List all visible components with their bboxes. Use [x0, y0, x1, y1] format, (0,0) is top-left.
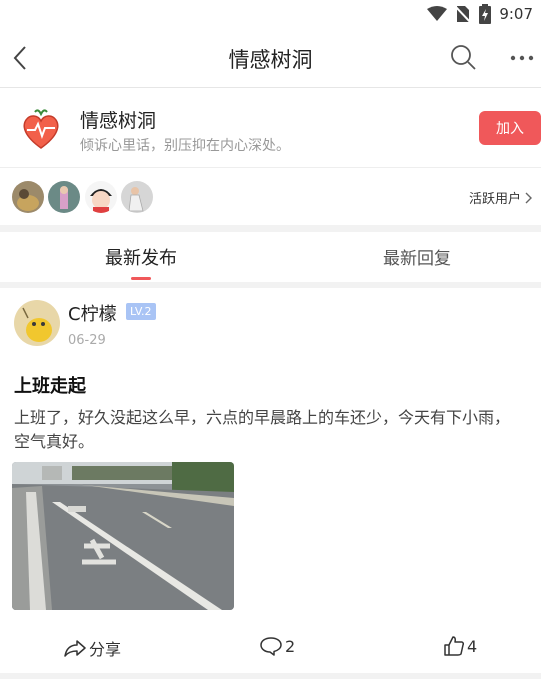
- more-icon[interactable]: [510, 54, 534, 62]
- thumbs-up-icon: [444, 636, 464, 656]
- tab-bar: 最新发布 最新回复: [0, 232, 541, 282]
- user-level-badge: LV.2: [126, 303, 156, 320]
- no-sim-icon: [455, 5, 472, 23]
- section-divider: [0, 225, 541, 232]
- active-tab-indicator: [131, 277, 151, 280]
- search-icon[interactable]: [450, 44, 476, 70]
- post-author-name[interactable]: C柠檬: [68, 300, 117, 326]
- comment-button[interactable]: 2: [260, 636, 295, 656]
- share-button[interactable]: 分享: [64, 636, 121, 660]
- comment-icon: [260, 637, 282, 656]
- wifi-icon: [427, 6, 448, 21]
- chevron-right-icon: [525, 192, 532, 203]
- post-title[interactable]: 上班走起: [14, 372, 86, 398]
- post-card[interactable]: C柠檬 LV.2 06-29 上班走起 上班了，好久没起这么早，六点的早晨路上的…: [0, 288, 541, 673]
- like-button[interactable]: 4: [444, 636, 477, 656]
- user-avatar[interactable]: [85, 181, 117, 213]
- group-header: 情感树洞 倾诉心里话，别压抑在内心深处。 加入: [0, 88, 541, 168]
- join-button[interactable]: 加入: [479, 111, 541, 145]
- tab-latest-posts[interactable]: 最新发布: [96, 244, 186, 270]
- user-avatar[interactable]: [121, 181, 153, 213]
- user-avatar[interactable]: [12, 181, 44, 213]
- status-bar: 9:07: [0, 0, 541, 28]
- section-divider: [0, 673, 541, 679]
- group-logo-heart-icon: [23, 109, 59, 149]
- user-avatar[interactable]: [48, 181, 80, 213]
- active-users-label: 活跃用户: [468, 192, 521, 207]
- post-date: 06-29: [68, 333, 106, 348]
- title-bar: 情感树洞: [0, 28, 541, 88]
- share-label: 分享: [89, 640, 122, 659]
- tab-latest-replies[interactable]: 最新回复: [372, 244, 462, 269]
- active-users-link[interactable]: 活跃用户: [469, 188, 533, 207]
- battery-charging-icon: [479, 4, 492, 24]
- post-body[interactable]: 上班了，好久没起这么早，六点的早晨路上的车还少，今天有下小雨，空气真好。: [14, 406, 524, 454]
- group-description: 倾诉心里话，别压抑在内心深处。: [80, 138, 290, 154]
- comment-count: 2: [285, 636, 296, 656]
- post-photo[interactable]: [12, 462, 234, 610]
- post-actions: 分享 2 4: [0, 628, 541, 668]
- share-icon: [64, 640, 86, 657]
- group-name: 情感树洞: [80, 110, 157, 132]
- status-time: 9:07: [499, 5, 533, 23]
- like-count: 4: [467, 636, 478, 656]
- author-avatar[interactable]: [14, 300, 60, 346]
- active-users-row[interactable]: 活跃用户: [0, 169, 541, 225]
- status-icons: 9:07: [427, 4, 533, 24]
